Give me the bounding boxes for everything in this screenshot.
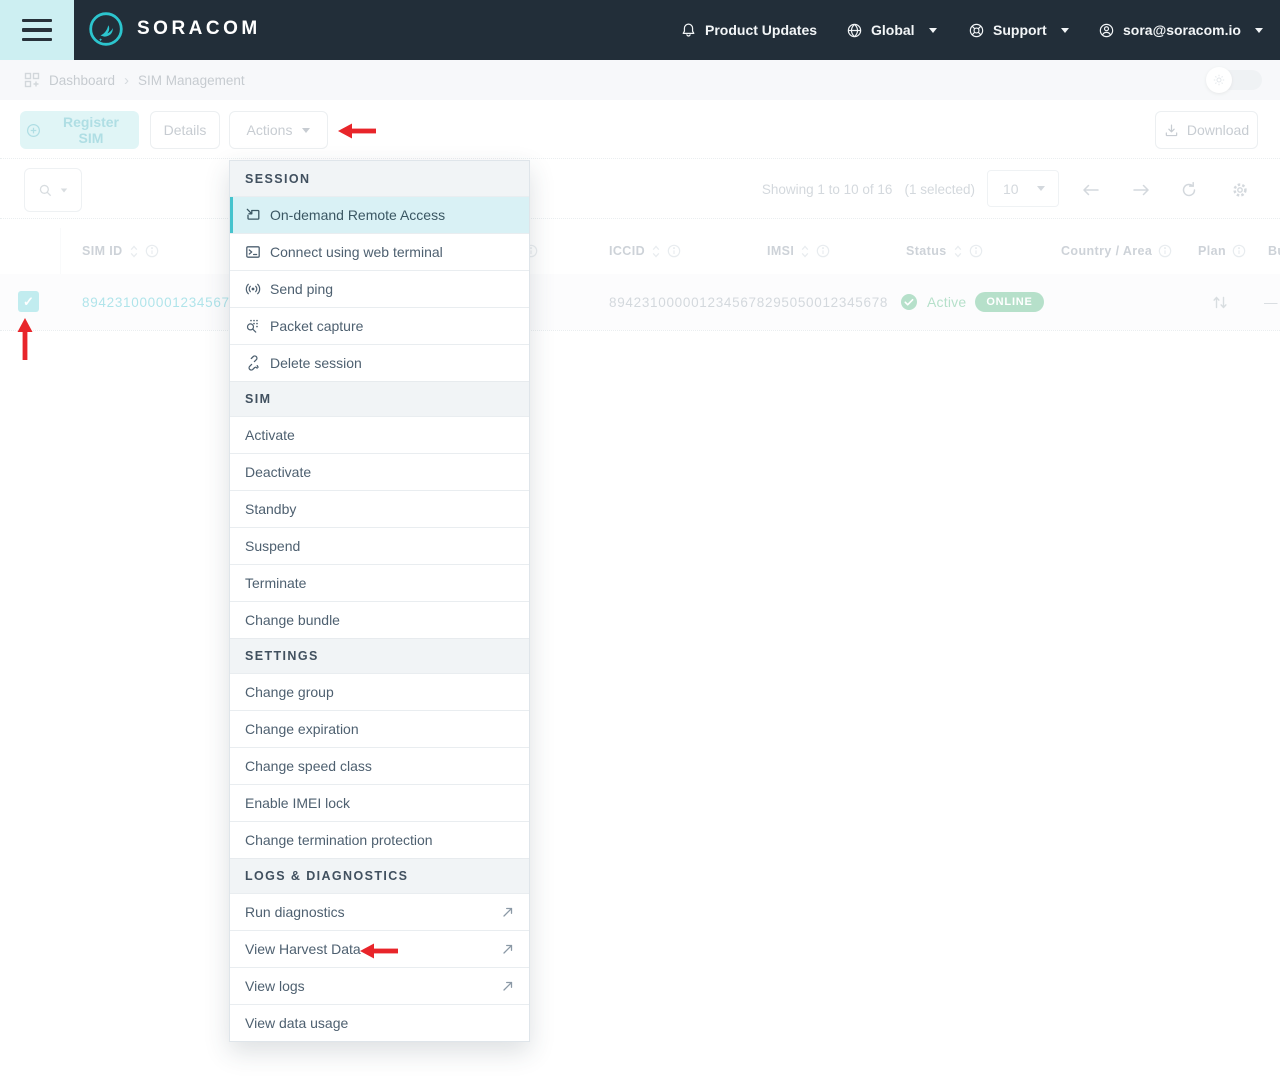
menu-item-change-speed-class[interactable]: Change speed class	[230, 747, 529, 784]
menu-item-deactivate[interactable]: Deactivate	[230, 453, 529, 490]
annotation-arrow-harvest-data	[360, 942, 400, 960]
external-link-icon	[502, 906, 514, 918]
menu-item-delete-session[interactable]: Delete session	[230, 344, 529, 381]
menu-item-view-logs[interactable]: View logs	[230, 967, 529, 1004]
bell-icon	[680, 22, 697, 39]
menu-item-label: Run diagnostics	[245, 904, 345, 920]
global-coverage-menu[interactable]: Global	[846, 0, 937, 60]
menu-item-standby[interactable]: Standby	[230, 490, 529, 527]
annotation-arrow-actions	[338, 122, 378, 140]
support-icon	[968, 22, 985, 39]
menu-item-view-data-usage[interactable]: View data usage	[230, 1004, 529, 1041]
menu-section-logs-diagnostics: LOGS & DIAGNOSTICS	[230, 858, 529, 893]
menu-item-terminate[interactable]: Terminate	[230, 564, 529, 601]
menu-section-session: SESSION	[230, 161, 529, 196]
terminal-icon	[245, 244, 261, 260]
product-updates-label: Product Updates	[705, 22, 817, 38]
menu-item-change-bundle[interactable]: Change bundle	[230, 601, 529, 638]
actions-dropdown-menu: SESSION On-demand Remote Access Connect us…	[229, 160, 530, 1042]
chevron-down-icon	[1061, 28, 1069, 33]
menu-item-run-diagnostics[interactable]: Run diagnostics	[230, 893, 529, 930]
menu-item-label: Delete session	[270, 355, 362, 371]
menu-item-label: Activate	[245, 427, 295, 443]
packet-capture-icon	[245, 318, 261, 334]
remote-access-icon	[245, 207, 261, 223]
menu-item-label: Packet capture	[270, 318, 363, 334]
menu-item-label: Change bundle	[245, 612, 340, 628]
menu-item-label: View data usage	[245, 1015, 348, 1031]
dim-overlay	[0, 60, 1280, 1084]
menu-item-label: Suspend	[245, 538, 300, 554]
annotation-arrow-checkbox	[16, 318, 34, 360]
globe-icon	[846, 22, 863, 39]
unlink-icon	[245, 355, 261, 371]
global-label: Global	[871, 22, 915, 38]
external-link-icon	[502, 943, 514, 955]
menu-item-enable-imei-lock[interactable]: Enable IMEI lock	[230, 784, 529, 821]
product-updates-button[interactable]: Product Updates	[680, 0, 817, 60]
menu-item-label: Enable IMEI lock	[245, 795, 350, 811]
menu-item-change-group[interactable]: Change group	[230, 673, 529, 710]
soracom-logo[interactable]: SORACOM	[88, 11, 261, 47]
menu-section-settings: SETTINGS	[230, 638, 529, 673]
account-menu[interactable]: sora@soracom.io	[1098, 0, 1263, 60]
menu-item-packet-capture[interactable]: Packet capture	[230, 307, 529, 344]
menu-section-sim: SIM	[230, 381, 529, 416]
menu-item-label: Change group	[245, 684, 334, 700]
menu-item-label: Deactivate	[245, 464, 311, 480]
soracom-logo-icon	[88, 11, 124, 47]
chevron-down-icon	[929, 28, 937, 33]
menu-item-label: View logs	[245, 978, 305, 994]
menu-item-send-ping[interactable]: Send ping	[230, 270, 529, 307]
menu-item-label: Standby	[245, 501, 296, 517]
support-menu[interactable]: Support	[968, 0, 1069, 60]
ping-icon	[245, 281, 261, 297]
menu-item-label: Send ping	[270, 281, 333, 297]
account-email: sora@soracom.io	[1123, 22, 1241, 38]
menu-item-label: Terminate	[245, 575, 306, 591]
menu-item-label: Connect using web terminal	[270, 244, 443, 260]
menu-item-connect-using-web-terminal[interactable]: Connect using web terminal	[230, 233, 529, 270]
menu-item-activate[interactable]: Activate	[230, 416, 529, 453]
menu-item-label: Change termination protection	[245, 832, 433, 848]
menu-item-change-expiration[interactable]: Change expiration	[230, 710, 529, 747]
menu-item-on-demand-remote-access[interactable]: On-demand Remote Access	[230, 196, 529, 233]
support-label: Support	[993, 22, 1047, 38]
menu-item-label: View Harvest Data	[245, 941, 361, 957]
menu-item-label: Change speed class	[245, 758, 372, 774]
user-icon	[1098, 22, 1115, 39]
menu-item-suspend[interactable]: Suspend	[230, 527, 529, 564]
soracom-console: SORACOM Product Updates Global	[0, 0, 1280, 1084]
top-navbar: SORACOM Product Updates Global	[0, 0, 1280, 60]
menu-item-change-termination-protection[interactable]: Change termination protection	[230, 821, 529, 858]
chevron-down-icon	[1255, 28, 1263, 33]
external-link-icon	[502, 980, 514, 992]
menu-item-label: On-demand Remote Access	[270, 207, 445, 223]
menu-item-label: Change expiration	[245, 721, 359, 737]
brand-name: SORACOM	[137, 18, 261, 40]
hamburger-menu-button[interactable]	[0, 0, 74, 60]
